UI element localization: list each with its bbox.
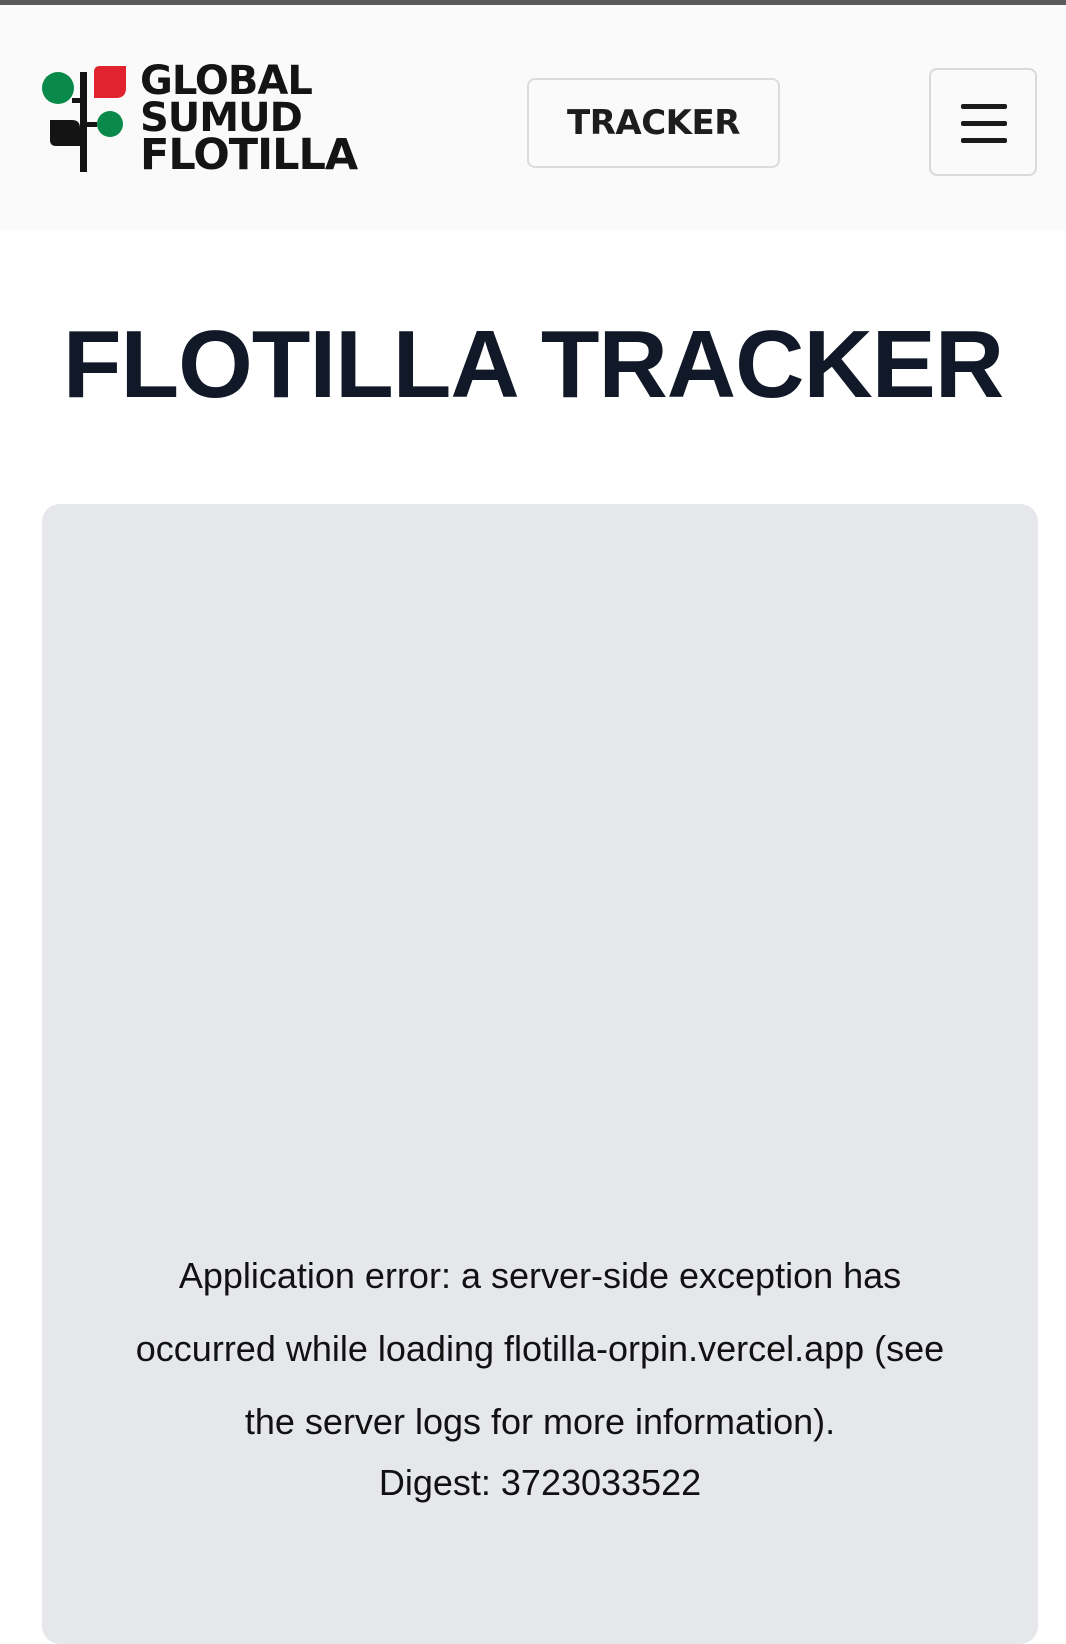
logo-wordmark: GLOBAL SUMUD FLOTILLA	[140, 61, 358, 180]
page-title: FLOTILLA TRACKER	[62, 311, 1004, 418]
tracker-button[interactable]: TRACKER	[527, 78, 780, 168]
menu-bar-bottom	[961, 138, 1007, 143]
error-digest: Digest: 3723033522	[378, 1462, 702, 1503]
flotilla-logo-icon	[42, 66, 126, 172]
tracker-panel: Application error: a server-side excepti…	[42, 504, 1038, 1644]
menu-button[interactable]	[929, 68, 1037, 176]
error-message: Application error: a server-side excepti…	[135, 1255, 945, 1442]
logo-link[interactable]: GLOBAL SUMUD FLOTILLA	[42, 60, 382, 180]
menu-bar-top	[961, 104, 1007, 109]
site-header: GLOBAL SUMUD FLOTILLA TRACKER	[0, 5, 1066, 230]
logo-line-3: FLOTILLA	[140, 130, 358, 180]
menu-bar-middle	[961, 121, 1007, 126]
